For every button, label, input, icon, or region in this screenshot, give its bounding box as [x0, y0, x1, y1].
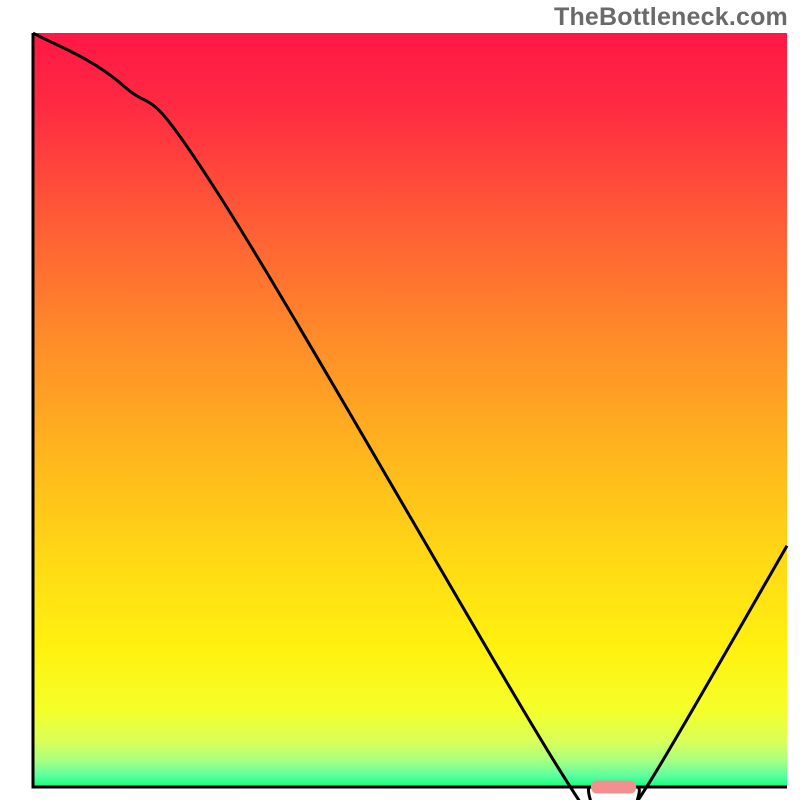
watermark-label: TheBottleneck.com — [554, 3, 788, 32]
chart-svg — [0, 0, 800, 800]
optimal-marker — [591, 781, 636, 794]
chart-container: TheBottleneck.com — [0, 0, 800, 800]
plot-background-gradient — [33, 33, 787, 787]
